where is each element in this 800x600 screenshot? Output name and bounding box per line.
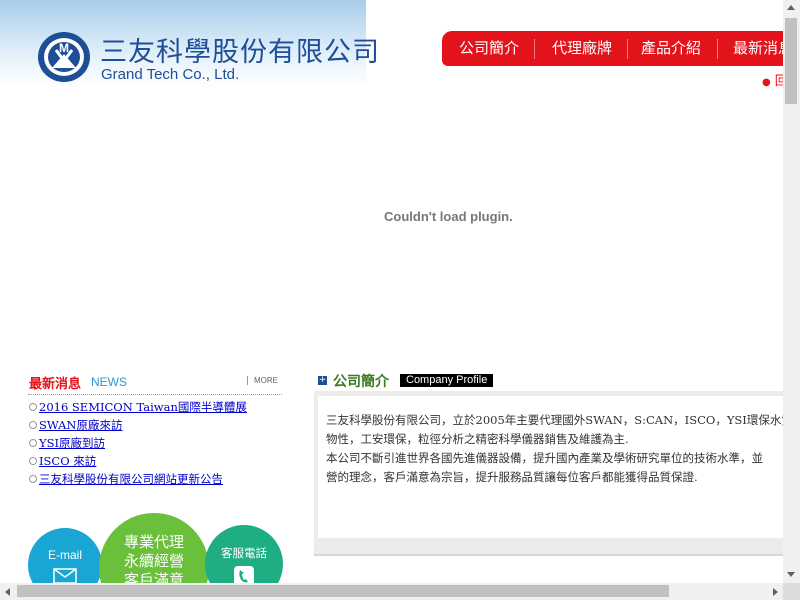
promise-line-3: 客戶滿意 xyxy=(123,571,184,583)
bullet-icon xyxy=(29,475,37,483)
bullet-icon xyxy=(29,439,37,447)
plugin-error-message: Couldn't load plugin. xyxy=(384,209,513,224)
plus-icon: + xyxy=(318,375,327,385)
horizontal-scroll-thumb[interactable] xyxy=(17,585,669,597)
main-nav: 公司簡介 代理廠牌 產品介紹 最新消息 xyxy=(442,31,783,66)
list-item: YSI原廠到訪 xyxy=(28,434,284,452)
bullet-icon xyxy=(29,403,37,411)
profile-badge: Company Profile xyxy=(400,374,494,387)
nav-item-brands[interactable]: 代理廠牌 xyxy=(552,31,612,66)
nav-item-about[interactable]: 公司簡介 xyxy=(459,31,519,66)
news-link[interactable]: YSI原廠到訪 xyxy=(39,436,105,450)
service-phone-label: 客服電話 xyxy=(221,546,267,560)
profile-section-title: 公司簡介 xyxy=(333,374,389,390)
news-link[interactable]: 三友科學股份有限公司網站更新公告 xyxy=(39,472,223,486)
envelope-icon xyxy=(53,568,77,583)
news-list: 2016 SEMICON Taiwan國際半導體展 SWAN原廠來訪 YSI原廠… xyxy=(28,398,284,488)
news-section-title: 最新消息 xyxy=(29,377,82,392)
page-header: M 三友科學股份有限公司 Grand Tech Co., Ltd. 公司簡介 代… xyxy=(0,0,788,89)
phone-icon xyxy=(234,566,254,583)
service-promise-badge: 專業代理 永續經營 客戶滿意 xyxy=(99,513,209,583)
profile-paragraph-line: 物性，工安環保，粒徑分析之精密科學儀器銷售及維護為主. xyxy=(326,432,629,446)
vertical-scroll-thumb[interactable] xyxy=(785,18,797,104)
scroll-down-icon[interactable] xyxy=(787,572,795,577)
nav-separator xyxy=(717,39,718,59)
profile-paragraph-line: 營的理念，客戶滿意為宗旨，提升服務品質讓每位客戶都能獲得品質保證. xyxy=(326,470,698,484)
nav-item-products[interactable]: 產品介紹 xyxy=(641,31,701,66)
bullet-icon xyxy=(29,421,37,429)
news-divider xyxy=(28,394,282,395)
promise-line-1: 專業代理 xyxy=(123,533,184,551)
email-button[interactable]: E-mail xyxy=(28,528,102,583)
company-name-en: Grand Tech Co., Ltd. xyxy=(101,66,240,83)
list-item: SWAN原廠來訪 xyxy=(28,416,284,434)
nav-item-news[interactable]: 最新消息 xyxy=(733,31,783,66)
news-link[interactable]: 2016 SEMICON Taiwan國際半導體展 xyxy=(39,400,247,414)
company-name-cn: 三友科學股份有限公司 xyxy=(100,37,380,68)
list-item: 2016 SEMICON Taiwan國際半導體展 xyxy=(28,398,284,416)
bullet-icon: ● xyxy=(762,77,771,88)
scroll-left-icon[interactable] xyxy=(5,588,10,596)
news-section-title-en: NEWS xyxy=(91,375,127,389)
bullet-icon xyxy=(29,457,37,465)
profile-paragraph-line: 三友科學股份有限公司，立於2005年主要代理國外SWAN，S:CAN，ISCO，… xyxy=(326,413,786,427)
service-phone-button[interactable]: 客服電話 xyxy=(205,525,283,583)
news-more-link[interactable]: MORE xyxy=(247,376,278,385)
scrollbar-corner xyxy=(783,583,800,600)
list-item: 三友科學股份有限公司網站更新公告 xyxy=(28,470,284,488)
promise-line-2: 永續經營 xyxy=(123,552,184,570)
scroll-up-icon[interactable] xyxy=(787,5,795,10)
profile-paragraph-line: 本公司不斷引進世界各國先進儀器設備，提升國內產業及學術研究單位的技術水準，並 xyxy=(326,451,763,465)
profile-text: 三友科學股份有限公司，立於2005年主要代理國外SWAN，S:CAN，ISCO，… xyxy=(326,411,786,487)
promo-circles: E-mail 專業代理 永續經營 客戶滿意 客服電話 xyxy=(0,505,300,583)
list-item: ISCO 來訪 xyxy=(28,452,284,470)
news-link[interactable]: ISCO 來訪 xyxy=(39,454,96,468)
email-label: E-mail xyxy=(47,548,82,562)
logo-letter: M xyxy=(59,41,69,55)
nav-separator xyxy=(627,39,628,59)
news-link[interactable]: SWAN原廠來訪 xyxy=(39,418,123,432)
company-logo-icon[interactable]: M xyxy=(36,30,92,84)
scroll-right-icon[interactable] xyxy=(773,588,778,596)
nav-separator xyxy=(534,39,535,59)
